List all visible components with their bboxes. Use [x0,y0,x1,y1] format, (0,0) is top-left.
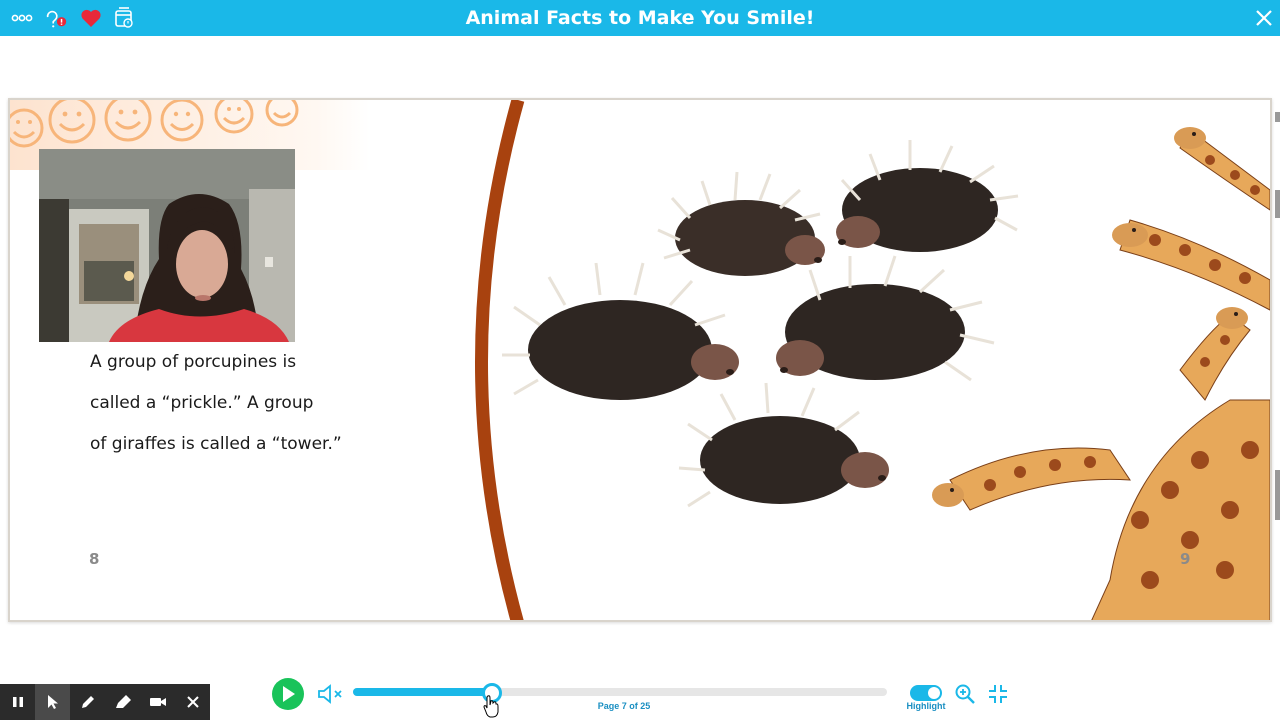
header-bar: Animal Facts to Make You Smile! [0,0,1280,36]
scroll-edge-marker [1275,190,1280,218]
porcupine-group [502,140,1019,508]
highlighter-icon[interactable] [105,684,140,720]
zoom-in-icon [955,684,975,704]
play-icon [283,686,295,702]
left-page-number: 8 [89,550,100,568]
play-button[interactable] [272,678,304,710]
text-line: called a “prickle.” A group [90,393,314,413]
pen-icon[interactable] [70,684,105,720]
page-progress-slider[interactable] [353,683,887,703]
close-icon[interactable] [175,684,210,720]
text-line: A group of porcupines is [90,352,297,372]
speaker-muted-icon [318,684,342,704]
toggle-knob [928,687,940,699]
page-indicator: Page 7 of 25 [597,701,651,711]
zoom-in-button[interactable] [954,683,976,705]
exit-fullscreen-button[interactable] [987,683,1009,705]
camera-icon[interactable] [140,684,175,720]
book-title: Animal Facts to Make You Smile! [465,7,815,29]
pause-icon[interactable] [0,684,35,720]
mute-button[interactable] [316,683,346,705]
recording-toolbar [0,684,210,720]
book-spread: A group of porcupines is called a “prick… [8,98,1272,622]
exit-fullscreen-icon [989,685,1007,703]
text-line: of giraffes is called a “tower.” [90,434,342,454]
pointer-icon[interactable] [35,684,70,720]
page-8-text: A group of porcupines is called a “prick… [90,342,430,465]
porcupines-giraffes-illustration[interactable] [490,100,1270,622]
scroll-edge-marker [1275,112,1280,122]
highlight-label: Highlight [906,701,946,711]
presenter-image [39,149,295,342]
progress-fill [353,688,492,696]
progress-thumb[interactable] [481,683,502,703]
right-page-number: 9 [1180,550,1191,568]
close-icon[interactable] [1252,6,1276,30]
scroll-edge-marker [1275,470,1280,520]
highlight-toggle[interactable] [910,685,942,701]
webcam-video[interactable] [39,149,295,342]
